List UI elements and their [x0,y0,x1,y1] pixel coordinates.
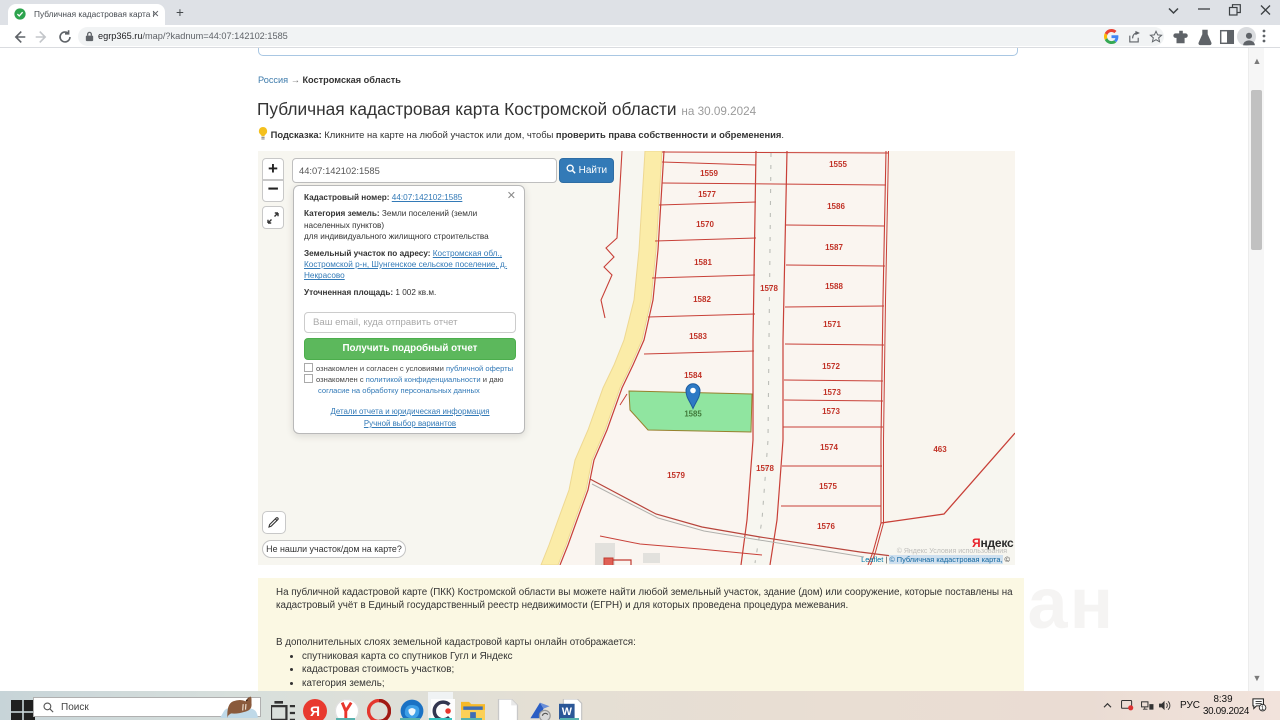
svg-text:1588: 1588 [825,282,843,291]
svg-text:1584: 1584 [684,371,702,380]
svg-text:1582: 1582 [693,295,711,304]
svg-text:1573: 1573 [823,388,841,397]
svg-text:1581: 1581 [694,258,712,267]
svg-text:1577: 1577 [698,190,716,199]
svg-text:1570: 1570 [696,220,714,229]
svg-text:1573: 1573 [822,407,840,416]
svg-text:1586: 1586 [827,202,845,211]
svg-text:1555: 1555 [829,160,847,169]
svg-text:1587: 1587 [825,243,843,252]
svg-text:1583: 1583 [689,332,707,341]
svg-text:463: 463 [933,445,947,454]
svg-text:1559: 1559 [700,169,718,178]
svg-text:1574: 1574 [820,443,838,452]
svg-text:1579: 1579 [667,471,685,480]
svg-text:1578: 1578 [760,284,778,293]
svg-text:1: 1 [1261,705,1265,712]
svg-text:1585: 1585 [684,410,702,419]
svg-text:1572: 1572 [822,362,840,371]
svg-text:1571: 1571 [823,320,841,329]
svg-text:1578: 1578 [756,464,774,473]
svg-text:1576: 1576 [817,522,835,531]
svg-text:1575: 1575 [819,482,837,491]
